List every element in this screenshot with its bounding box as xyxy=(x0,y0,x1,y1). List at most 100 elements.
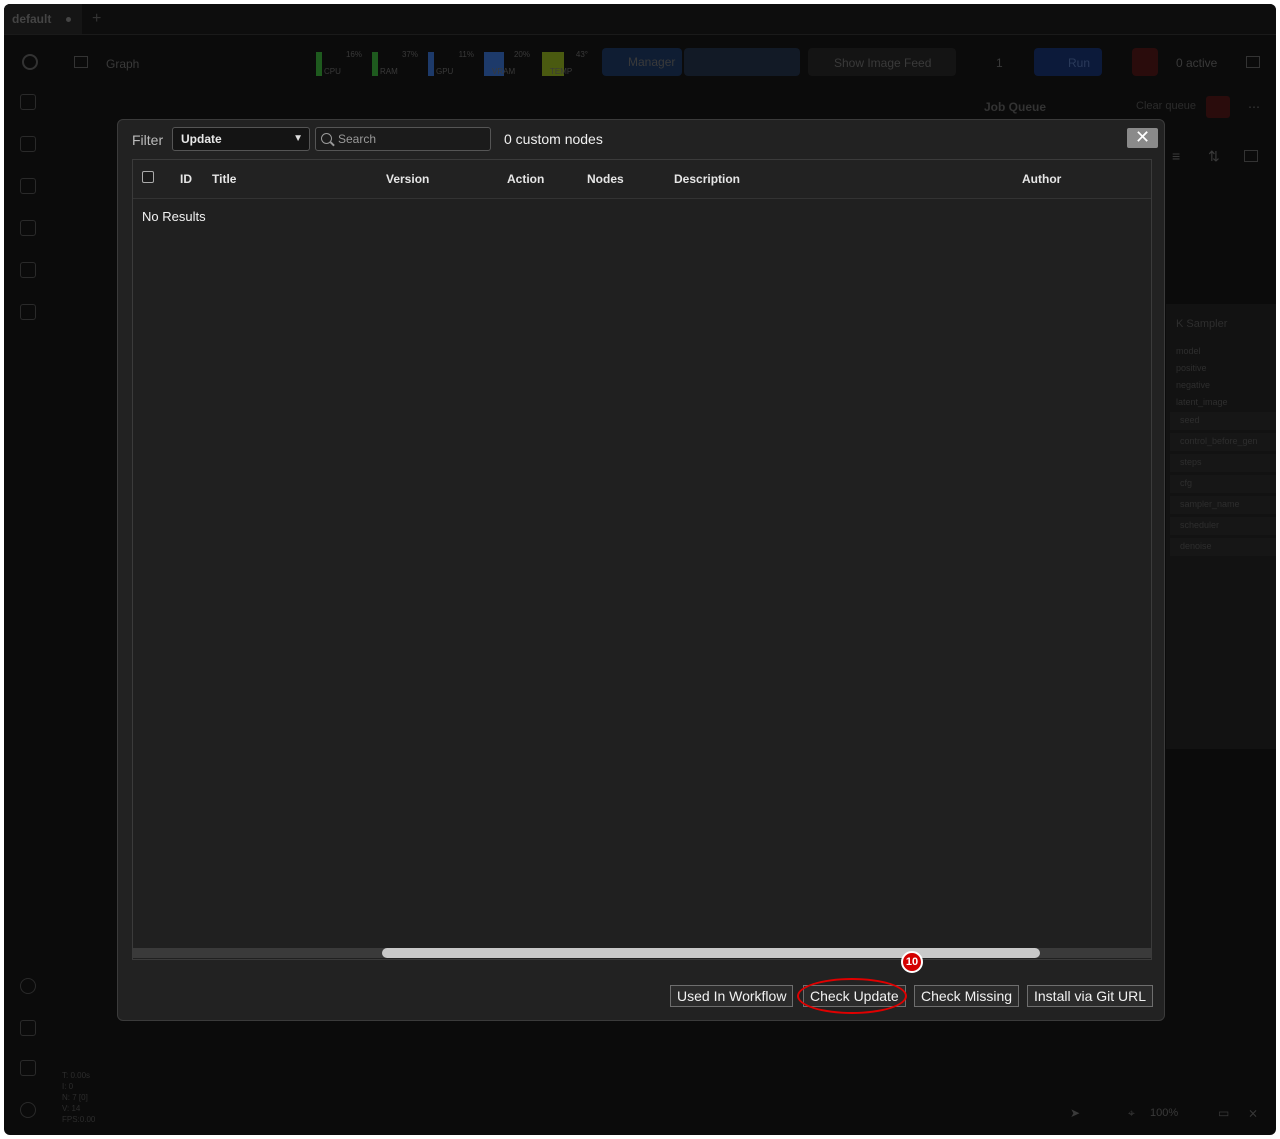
models-icon[interactable] xyxy=(20,136,36,152)
stat-line: FPS:0.00 xyxy=(62,1115,96,1124)
empty-state-text: No Results xyxy=(142,209,206,224)
stat-line: V: 14 xyxy=(62,1104,81,1113)
ksampler-title: K Sampler xyxy=(1176,318,1228,330)
vram-gauge-pct: 20% xyxy=(513,50,530,59)
workflow-tab-default[interactable]: default xyxy=(4,4,82,34)
node-widget-label: seed xyxy=(1180,415,1200,425)
ksampler-node: K Sampler model positive negative latent… xyxy=(1166,304,1276,749)
column-header-description[interactable]: Description xyxy=(674,172,740,186)
stat-line: I: 0 xyxy=(62,1082,74,1091)
gallery-icon[interactable] xyxy=(1244,150,1258,162)
ram-gauge-label: RAM xyxy=(380,67,398,76)
stat-line: N: 7 [0] xyxy=(62,1093,88,1102)
close-icon: ✕ xyxy=(1134,127,1151,147)
clear-queue-button[interactable]: Clear queue xyxy=(1136,100,1196,112)
node-widget[interactable]: control_before_gen xyxy=(1170,433,1276,451)
node-widget[interactable]: sampler_name xyxy=(1170,496,1276,514)
node-widget-label: cfg xyxy=(1180,478,1193,488)
table-header: ID Title Version Action Nodes Descriptio… xyxy=(133,160,1151,199)
horizontal-scrollbar-thumb[interactable] xyxy=(382,948,1040,958)
node-input: negative xyxy=(1176,380,1211,390)
run-button-label: Run xyxy=(1068,56,1091,70)
zoom-level[interactable]: 100% xyxy=(1150,1107,1178,1119)
more-options-icon[interactable]: ⋯ xyxy=(1248,100,1260,114)
search-icon xyxy=(321,133,332,144)
column-header-nodes[interactable]: Nodes xyxy=(587,172,624,186)
stop-button[interactable] xyxy=(1132,48,1158,76)
vram-gauge: 20% VRAM xyxy=(484,50,534,76)
gpu-gauge: 11% GPU xyxy=(428,50,478,76)
minimap-icon[interactable]: ▭ xyxy=(1218,1106,1229,1120)
cpu-gauge-pct: 16% xyxy=(345,50,362,59)
vram-gauge-label: VRAM xyxy=(492,67,516,76)
sort-icon[interactable]: ⇅ xyxy=(1208,148,1220,165)
node-widget[interactable]: seed xyxy=(1170,412,1276,430)
fit-view-icon[interactable]: ⌖ xyxy=(1128,1106,1135,1121)
cpu-gauge-label: CPU xyxy=(324,67,341,76)
ram-gauge: 37% RAM xyxy=(372,50,422,76)
queue-count[interactable]: 1 xyxy=(996,56,1003,70)
keyboard-icon[interactable] xyxy=(20,1060,36,1076)
column-header-id[interactable]: ID xyxy=(180,172,192,186)
link-visibility-icon[interactable]: ⨯ xyxy=(1248,1106,1258,1120)
manager-button[interactable]: Manager xyxy=(602,48,682,76)
select-tool-icon[interactable]: ➤ xyxy=(1070,1106,1080,1120)
library-icon[interactable] xyxy=(20,304,36,320)
cpu-gauge: 16% CPU xyxy=(316,50,366,76)
used-in-workflow-button[interactable]: Used In Workflow xyxy=(670,985,794,1007)
templates-icon[interactable] xyxy=(20,262,36,278)
terminal-icon[interactable] xyxy=(20,1020,36,1036)
stat-line: T: 0.00s xyxy=(62,1071,91,1080)
column-header-version[interactable]: Version xyxy=(386,172,429,186)
app-logo-icon[interactable] xyxy=(22,54,38,70)
node-widget-label: steps xyxy=(1180,457,1202,467)
workflow-tabbar: default + xyxy=(4,4,1276,35)
column-header-author[interactable]: Author xyxy=(1022,172,1061,186)
install-via-git-url-button[interactable]: Install via Git URL xyxy=(1027,985,1154,1007)
manager-button-label: Manager xyxy=(628,55,676,69)
clear-queue-trash-icon[interactable] xyxy=(1206,96,1230,118)
step-number-badge: 10 xyxy=(901,951,923,973)
close-button[interactable]: ✕ xyxy=(1127,128,1158,148)
filter-icon[interactable]: ≡ xyxy=(1172,148,1180,164)
top-toolbar: Graph 16% CPU 37% RAM 11% GPU 20% VRAM 4… xyxy=(4,40,1276,84)
column-header-action[interactable]: Action xyxy=(507,172,544,186)
show-image-feed-label: Show Image Feed xyxy=(834,56,932,70)
help-icon[interactable] xyxy=(20,978,36,994)
canvas-stats: T: 0.00s I: 0 N: 7 [0] V: 14 FPS:0.00 xyxy=(62,1070,95,1125)
search-input[interactable]: Search xyxy=(315,127,491,151)
node-input: latent_image xyxy=(1176,397,1228,407)
column-header-title[interactable]: Title xyxy=(212,172,236,186)
ram-gauge-bar xyxy=(372,52,378,76)
select-all-checkbox[interactable] xyxy=(142,171,154,183)
check-missing-button[interactable]: Check Missing xyxy=(914,985,1020,1007)
images-icon[interactable] xyxy=(20,94,36,110)
chevron-down-icon: ▼ xyxy=(293,133,303,144)
gpu-gauge-bar xyxy=(428,52,434,76)
node-widget[interactable]: scheduler xyxy=(1170,517,1276,535)
temp-gauge-pct: 43° xyxy=(575,50,588,59)
run-button[interactable]: Run xyxy=(1034,48,1102,76)
panel-toggle-icon[interactable] xyxy=(1246,56,1260,68)
temp-gauge: 43° TEMP xyxy=(542,50,592,76)
node-widget[interactable]: denoise xyxy=(1170,538,1276,556)
canvas-controls: ➤ ⌖ 100% ▭ ⨯ xyxy=(1064,1100,1274,1128)
node-widget[interactable]: steps xyxy=(1170,454,1276,472)
ram-gauge-pct: 37% xyxy=(401,50,418,59)
node-widget-label: control_before_gen xyxy=(1180,436,1258,446)
temp-gauge-label: TEMP xyxy=(550,67,573,76)
workflows-icon[interactable] xyxy=(20,220,36,236)
new-tab-button[interactable]: + xyxy=(92,10,101,28)
show-image-feed-button[interactable]: Show Image Feed xyxy=(808,48,956,76)
node-widget[interactable]: cfg xyxy=(1170,475,1276,493)
settings-gear-icon[interactable] xyxy=(20,1102,36,1118)
filter-select[interactable]: Update ▼ xyxy=(172,127,310,151)
highlight-ring xyxy=(797,978,907,1014)
nodes-icon[interactable] xyxy=(20,178,36,194)
graph-view-label[interactable]: Graph xyxy=(106,57,139,71)
node-widget-label: denoise xyxy=(1180,541,1212,551)
manager-extra-buttons[interactable] xyxy=(684,48,800,76)
gpu-gauge-label: GPU xyxy=(436,67,454,76)
unsaved-dot-icon xyxy=(66,17,71,22)
filter-select-value: Update xyxy=(181,132,222,146)
